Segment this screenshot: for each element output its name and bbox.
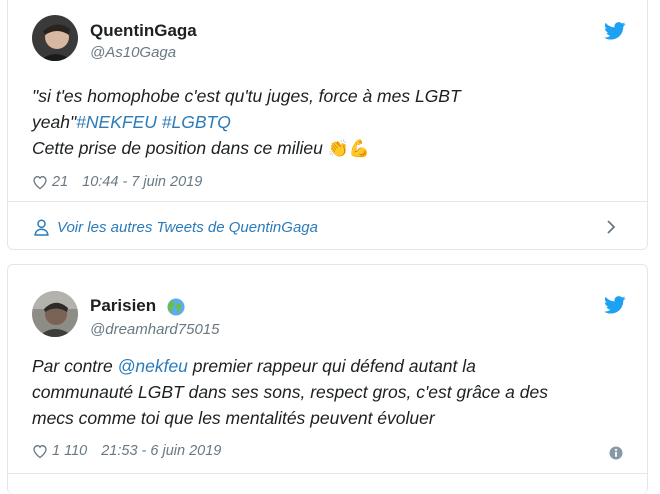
divider xyxy=(8,201,647,202)
tweet-text-fragment: Cette prise de position dans ce milieu xyxy=(32,138,323,158)
heart-icon[interactable] xyxy=(32,444,48,459)
timestamp[interactable]: 10:44 - 7 juin 2019 xyxy=(82,174,202,190)
tweet-card-1: QuentinGaga @As10Gaga "si t'es homophobe… xyxy=(7,0,648,250)
more-tweets-link[interactable]: Voir les autres Tweets de QuentinGaga xyxy=(57,219,318,236)
globe-icon xyxy=(167,297,185,316)
twitter-bird-icon[interactable] xyxy=(604,22,626,40)
user-handle[interactable]: @As10Gaga xyxy=(90,44,176,61)
display-name[interactable]: Parisien xyxy=(90,296,185,316)
like-count[interactable]: 1 110 xyxy=(52,443,87,459)
tweet-text-line: Par contre @nekfeu premier rappeur qui d… xyxy=(32,353,637,379)
tweet-text-line: Cette prise de position dans ce milieu 👏… xyxy=(32,135,632,162)
display-name-text: Parisien xyxy=(90,296,157,315)
tweet-card-2: Parisien @dreamhard75015 Par contre @nek… xyxy=(7,264,648,494)
tweet-text-line: yeah"#NEKFEU #LGBTQ xyxy=(32,109,632,135)
tweet-text-line: communauté LGBT dans ses sons, respect g… xyxy=(32,382,548,402)
person-icon xyxy=(34,218,49,236)
twitter-bird-icon[interactable] xyxy=(604,296,626,314)
emoji-clap-flex: 👏💪 xyxy=(327,139,371,158)
chevron-right-icon[interactable] xyxy=(606,219,616,235)
display-name[interactable]: QuentinGaga xyxy=(90,21,197,41)
tweet-meta: 21 10:44 - 7 juin 2019 xyxy=(32,174,202,190)
tweet-text-fragment: yeah" xyxy=(32,112,77,132)
tweet-text-fragment: Par contre xyxy=(32,356,118,376)
hashtag-link[interactable]: #LGBTQ xyxy=(162,112,231,132)
hashtag-link[interactable]: #NEKFEU xyxy=(76,112,157,132)
heart-icon[interactable] xyxy=(32,175,48,190)
more-tweets-footer[interactable]: Voir les autres Tweets de QuentinGaga xyxy=(8,213,647,241)
tweet-text: Par contre @nekfeu premier rappeur qui d… xyxy=(32,353,637,431)
info-icon[interactable] xyxy=(609,446,623,460)
tweet-text-line: mecs comme toi que les mentalités peuven… xyxy=(32,408,435,428)
tweet-text: "si t'es homophobe c'est qu'tu juges, fo… xyxy=(32,83,632,162)
avatar[interactable] xyxy=(32,291,78,337)
user-handle[interactable]: @dreamhard75015 xyxy=(90,321,219,338)
tweet-text-line: "si t'es homophobe c'est qu'tu juges, fo… xyxy=(32,86,461,106)
like-count[interactable]: 21 xyxy=(52,174,68,190)
tweet-meta: 1 110 21:53 - 6 juin 2019 xyxy=(32,443,221,459)
avatar[interactable] xyxy=(32,15,78,61)
timestamp[interactable]: 21:53 - 6 juin 2019 xyxy=(101,443,221,459)
tweet-text-fragment: premier rappeur qui défend autant la xyxy=(187,356,476,376)
mention-link[interactable]: @nekfeu xyxy=(118,356,188,376)
divider xyxy=(8,473,647,474)
